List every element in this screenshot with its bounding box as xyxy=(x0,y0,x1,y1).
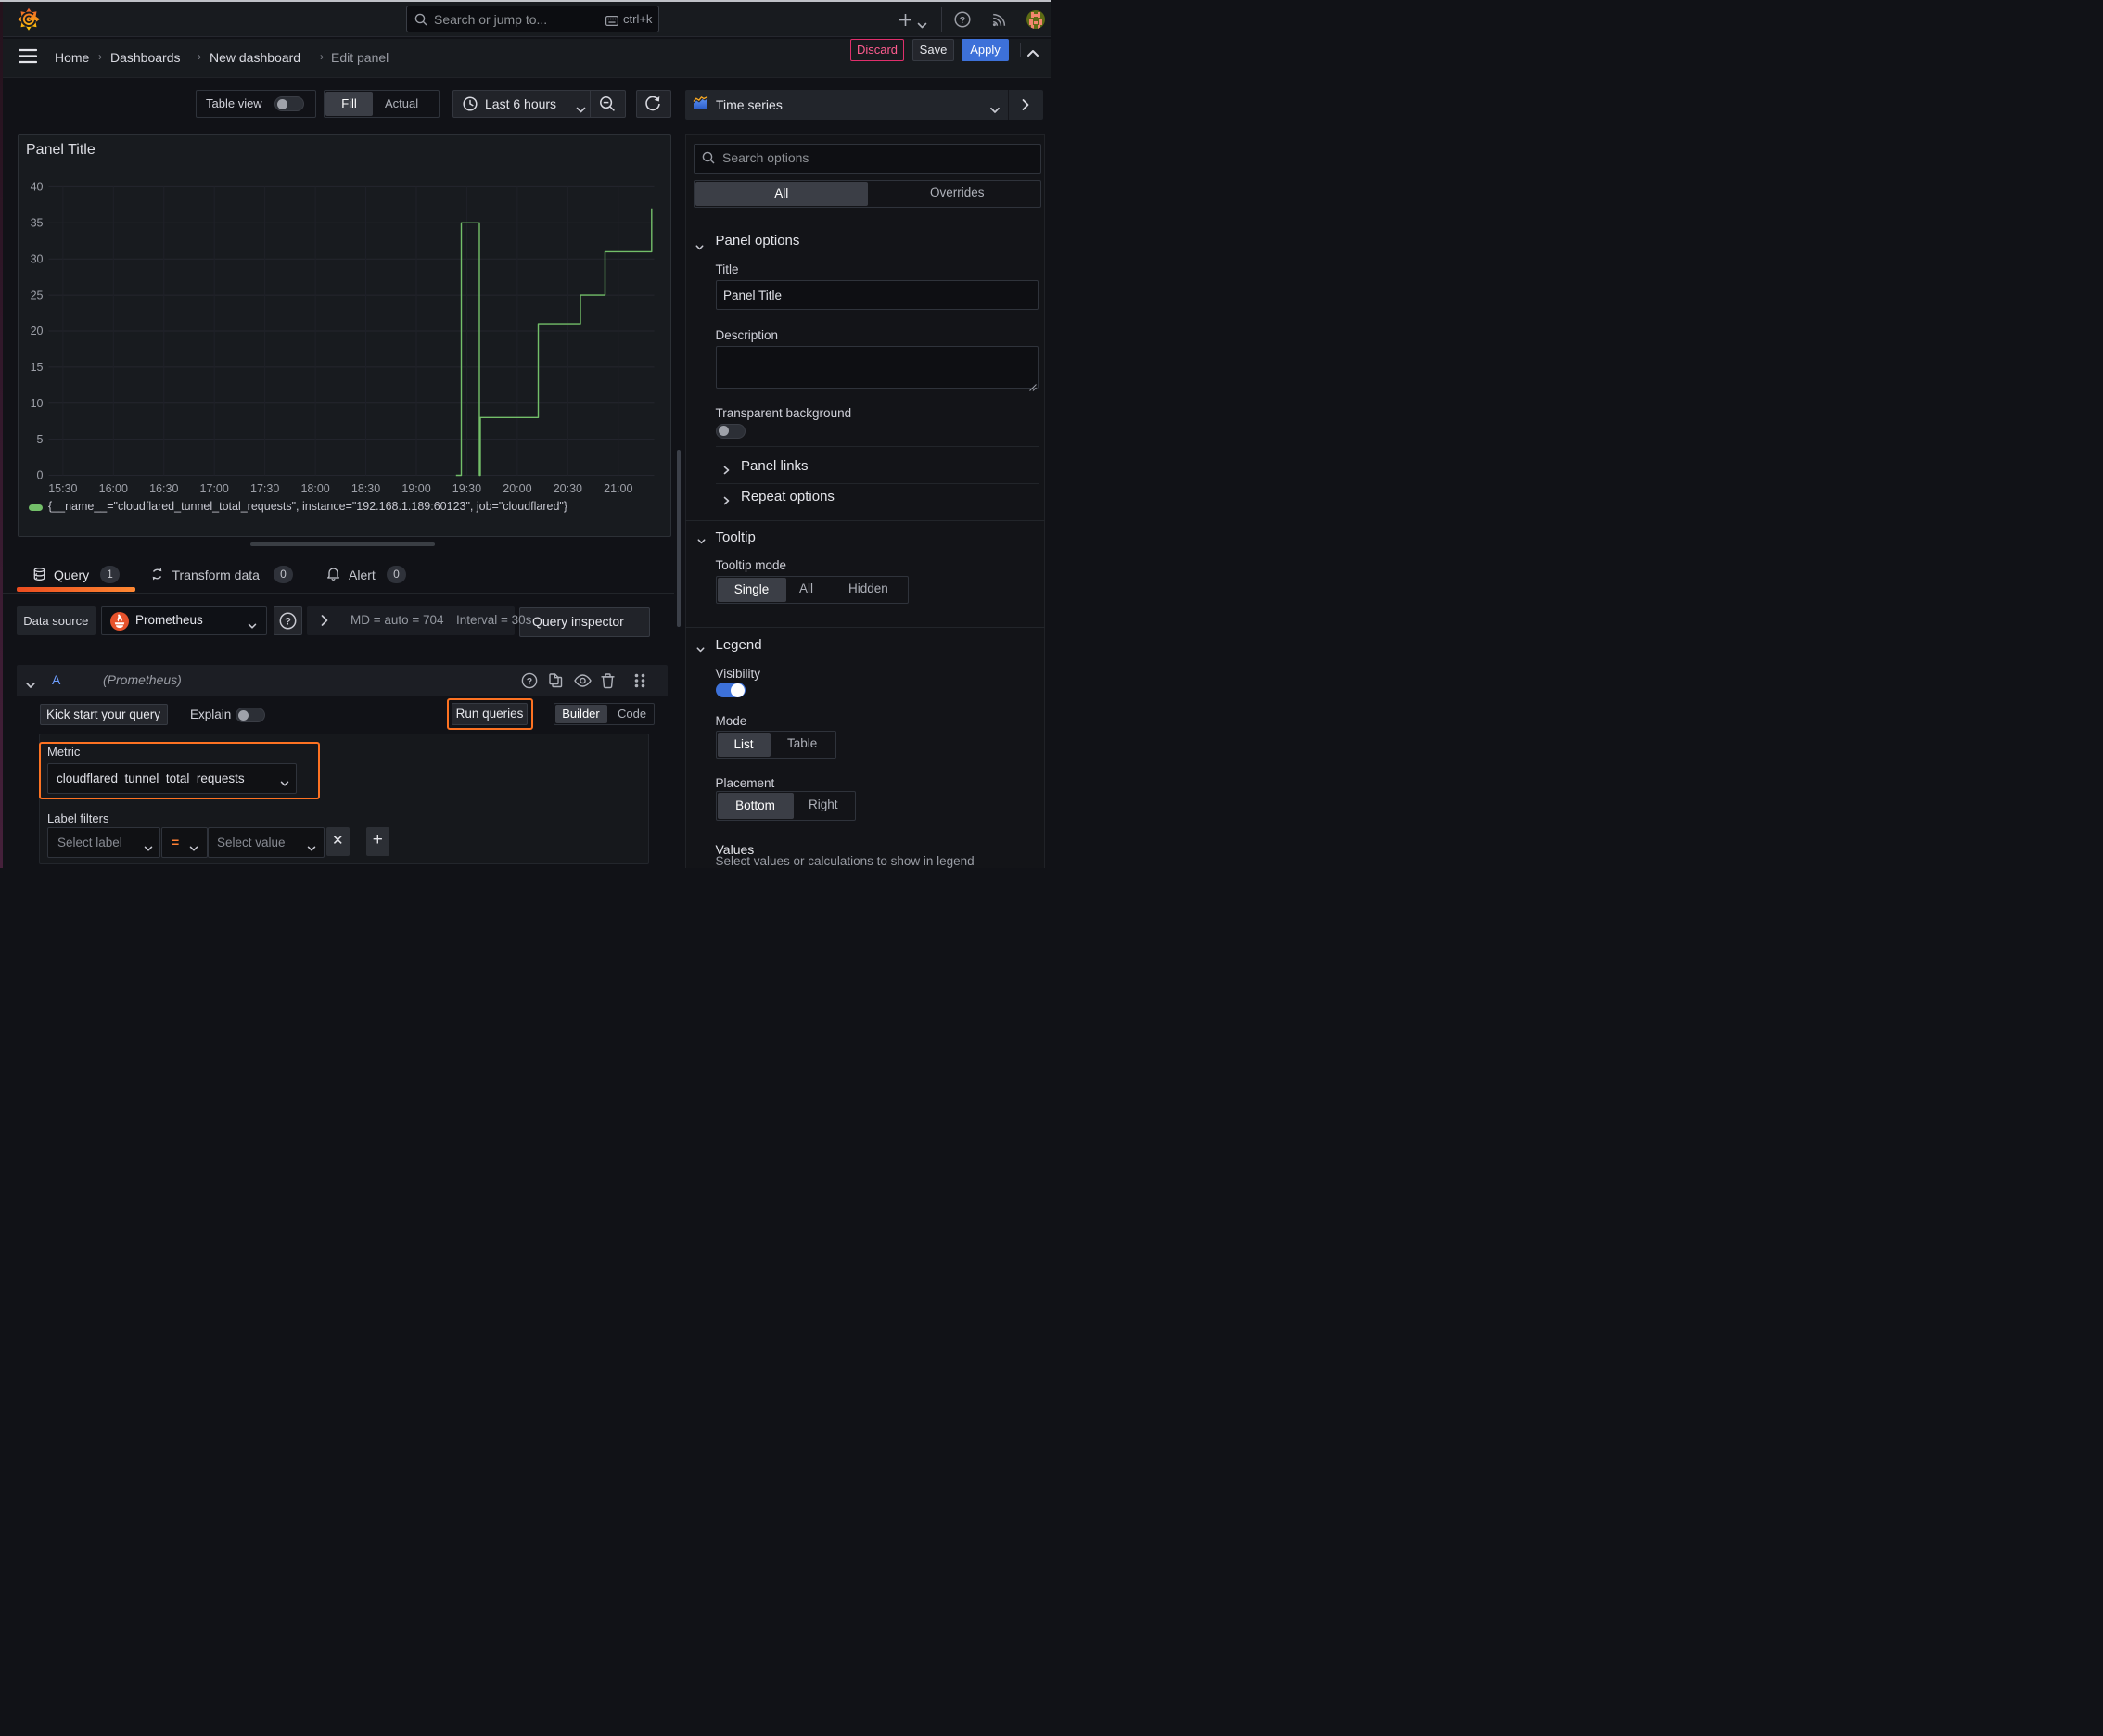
svg-text:16:00: 16:00 xyxy=(98,482,127,495)
svg-text:15:30: 15:30 xyxy=(48,482,77,495)
svg-text:20: 20 xyxy=(30,325,43,338)
svg-text:?: ? xyxy=(960,15,965,26)
svg-text:21:00: 21:00 xyxy=(604,482,632,495)
svg-text:10: 10 xyxy=(30,397,43,410)
svg-text:18:00: 18:00 xyxy=(300,482,329,495)
svg-text:16:30: 16:30 xyxy=(149,482,178,495)
svg-text:35: 35 xyxy=(30,217,43,230)
svg-text:18:30: 18:30 xyxy=(350,482,379,495)
svg-text:17:00: 17:00 xyxy=(199,482,228,495)
svg-text:?: ? xyxy=(285,616,291,627)
svg-text:5: 5 xyxy=(36,433,43,446)
svg-text:19:30: 19:30 xyxy=(452,482,480,495)
svg-text:15: 15 xyxy=(30,361,43,374)
svg-text:?: ? xyxy=(527,676,532,687)
svg-text:25: 25 xyxy=(30,288,43,301)
svg-text:30: 30 xyxy=(30,252,43,265)
svg-text:0: 0 xyxy=(36,469,43,482)
svg-text:17:30: 17:30 xyxy=(250,482,279,495)
svg-text:20:30: 20:30 xyxy=(553,482,581,495)
svg-text:40: 40 xyxy=(30,181,43,194)
svg-text:20:00: 20:00 xyxy=(503,482,531,495)
svg-text:19:00: 19:00 xyxy=(401,482,430,495)
